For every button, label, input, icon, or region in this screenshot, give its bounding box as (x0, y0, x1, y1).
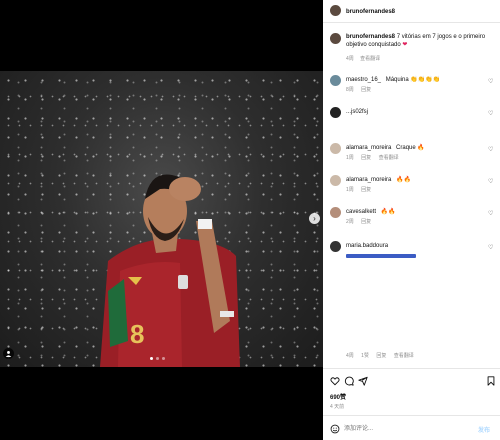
tag-icon[interactable] (3, 348, 14, 359)
caption-translate[interactable]: 查看翻译 (360, 56, 380, 62)
post-photo[interactable]: 8 › (0, 71, 323, 367)
comment-time: 1周 (346, 187, 354, 193)
comment-likes: 1赞 (361, 353, 369, 359)
comment-item: cavesalkett 🔥🔥 2周 回复 ♡ (323, 206, 500, 230)
carousel-dot (162, 357, 165, 360)
comment-text: maestro_16_ Máquina 👏👏👏👏 (346, 76, 440, 84)
comment-reply[interactable]: 回复 (361, 155, 371, 161)
heart-icon[interactable] (330, 376, 340, 386)
comment-like-heart-icon[interactable]: ♡ (488, 211, 494, 217)
comment-translate[interactable]: 查看翻译 (379, 155, 399, 161)
carousel-dot (150, 357, 153, 360)
caption-meta: 4周 查看翻译 (346, 56, 380, 63)
comment-user[interactable]: alamara_moreira (346, 177, 391, 183)
commenter-avatar[interactable] (330, 143, 341, 154)
comment-time: 1周 (346, 155, 354, 161)
emoji-icon[interactable] (330, 424, 340, 434)
composer-divider (323, 415, 500, 416)
likes-count[interactable]: 690赞 (330, 394, 346, 402)
commenter-avatar[interactable] (330, 241, 341, 252)
svg-text:8: 8 (130, 319, 144, 349)
comment-body: Máquina 👏👏👏👏 (385, 77, 441, 83)
comment-reply[interactable]: 回复 (361, 187, 371, 193)
author-name[interactable]: brunofernandes8 (346, 8, 395, 16)
comment-body: 🔥🔥 (396, 177, 411, 183)
comment-attachment-bar[interactable] (346, 254, 416, 258)
comment-text: maria.baddoura (346, 242, 388, 250)
post-dialog: 8 › brunofernandes8 brunofernandes8 7 vi… (0, 0, 500, 440)
comment-item: alamara_moreira 🔥🔥 1周 回复 ♡ (323, 174, 500, 198)
comment-item: maestro_16_ Máquina 👏👏👏👏 8周 回复 ♡ (323, 74, 500, 98)
author-avatar[interactable] (330, 5, 341, 16)
share-icon[interactable] (358, 376, 368, 386)
comment-user[interactable]: ...js02fsj (346, 109, 368, 115)
commenter-avatar[interactable] (330, 207, 341, 218)
comment-user[interactable]: cavesalkett (346, 209, 376, 215)
comment-item: maria.baddoura ♡ (323, 240, 500, 264)
header-divider (323, 22, 500, 23)
comment-time: 4周 (346, 353, 354, 359)
comment-reply[interactable]: 回复 (376, 353, 386, 359)
comment-user[interactable]: alamara_moreira (346, 145, 391, 151)
comment-text: cavesalkett 🔥🔥 (346, 208, 396, 216)
comment-item: alamara_moreira Craque 🔥 1周 回复 查看翻译 ♡ (323, 142, 500, 166)
comment-meta: 1周 回复 (346, 187, 371, 194)
comment-icon[interactable] (344, 376, 354, 386)
commenter-avatar[interactable] (330, 75, 341, 86)
comment-like-heart-icon[interactable]: ♡ (488, 245, 494, 251)
comment-reply[interactable]: 回复 (361, 87, 371, 93)
player-illustration: 8 (100, 174, 240, 367)
carousel-dots (150, 357, 165, 360)
comment-reply[interactable]: 回复 (361, 219, 371, 225)
post-date: 4 天前 (330, 404, 345, 410)
comment-like-heart-icon[interactable]: ♡ (488, 147, 494, 153)
comment-body: Craque 🔥 (396, 145, 425, 151)
comment-meta: 2周 回复 (346, 219, 371, 226)
comment-translate[interactable]: 查看翻译 (394, 353, 414, 359)
comment-body: 🔥🔥 (380, 209, 396, 215)
caption-text: brunofernandes8 7 vitórias em 7 jogos e … (346, 33, 494, 49)
comment-time: 2周 (346, 219, 354, 225)
comment-meta: 8周 回复 (346, 87, 371, 94)
caption-time: 4周 (346, 56, 354, 62)
comment-text: ...js02fsj (346, 108, 368, 116)
comment-meta: 1周 回复 查看翻译 (346, 155, 399, 162)
caption-heart-emoji: ❤ (402, 42, 408, 48)
comment-like-heart-icon[interactable]: ♡ (488, 79, 494, 85)
author-avatar-small[interactable] (330, 33, 341, 44)
caption-block: brunofernandes8 7 vitórias em 7 jogos e … (323, 32, 500, 62)
post-header: brunofernandes8 (323, 4, 500, 18)
caption-author[interactable]: brunofernandes8 (346, 34, 395, 40)
comment-time: 8周 (346, 87, 354, 93)
comment-user[interactable]: maestro_16_ (346, 77, 381, 83)
next-arrow-icon[interactable]: › (309, 213, 320, 224)
comment-input[interactable] (344, 423, 462, 435)
commenter-avatar[interactable] (330, 107, 341, 118)
post-comment-button[interactable]: 发布 (478, 425, 490, 434)
carousel-dot (156, 357, 159, 360)
comment-text: alamara_moreira Craque 🔥 (346, 144, 425, 152)
comment-text: alamara_moreira 🔥🔥 (346, 176, 411, 184)
comment-user[interactable]: maria.baddoura (346, 243, 388, 249)
comments-panel: brunofernandes8 brunofernandes8 7 vitóri… (323, 0, 500, 440)
comment-like-heart-icon[interactable]: ♡ (488, 179, 494, 185)
comment-like-heart-icon[interactable]: ♡ (488, 111, 494, 117)
actions-divider (323, 368, 500, 369)
comment-item: ...js02fsj ♡ (323, 106, 500, 130)
bookmark-icon[interactable] (486, 376, 496, 386)
comment-meta-footer: 4周 1赞 回复 查看翻译 (323, 353, 500, 361)
commenter-avatar[interactable] (330, 175, 341, 186)
